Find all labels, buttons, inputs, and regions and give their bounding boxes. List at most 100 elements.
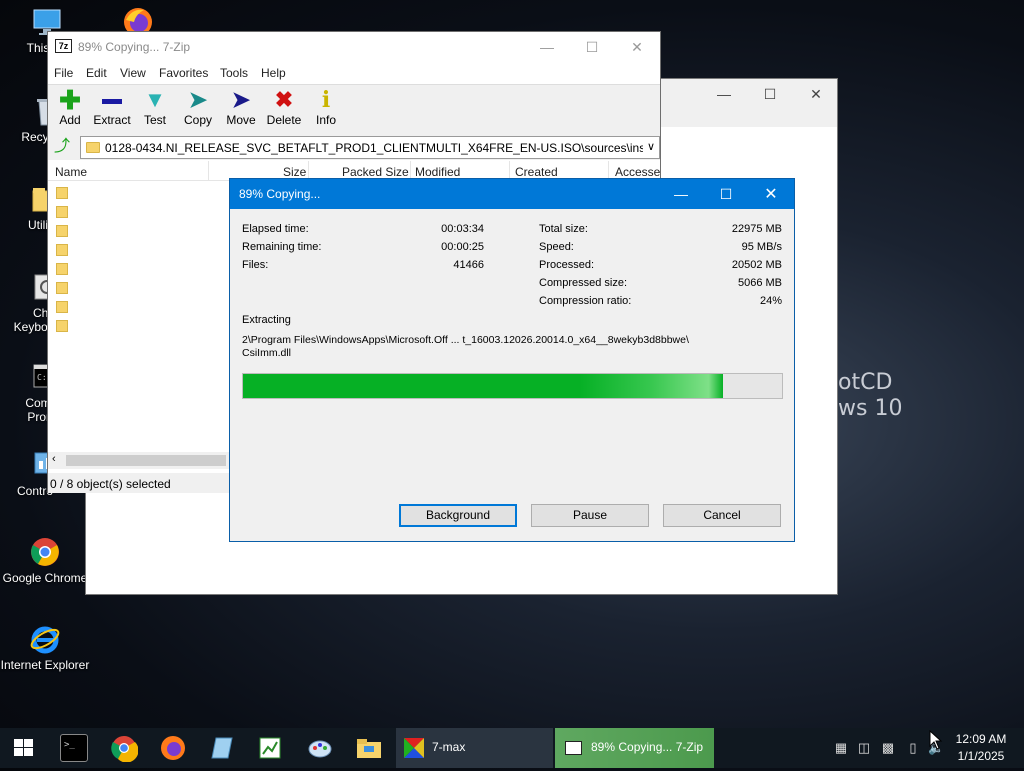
tray-disk-icon[interactable]: ▦ (833, 740, 849, 756)
menu-favorites[interactable]: Favorites (159, 66, 208, 80)
taskbar-chrome-icon[interactable] (110, 734, 139, 763)
delete-label: Delete (266, 113, 302, 127)
copy-label: Copy (183, 113, 212, 127)
taskbar-paint-icon[interactable] (306, 734, 334, 762)
column-accessed[interactable]: Accesse (615, 165, 660, 179)
move-button[interactable]: ➤ Move (219, 87, 263, 127)
processed-value: 20502 MB (731, 259, 782, 271)
folder-row-icon[interactable] (56, 282, 68, 294)
7zip-logo-icon: 7z (55, 39, 72, 53)
menu-edit[interactable]: Edit (86, 66, 107, 80)
menu-tools[interactable]: Tools (220, 66, 248, 80)
desktop-icon-label: Google Chrome (2, 571, 88, 585)
maximize-button[interactable]: ☐ (703, 179, 749, 209)
extract-icon (90, 87, 134, 113)
title-bar[interactable]: 7z 89% Copying... 7-Zip — ☐ ✕ (48, 32, 660, 62)
copy-button[interactable]: ➤ Copy (176, 87, 220, 127)
maximize-button[interactable]: ☐ (569, 32, 615, 62)
column-name[interactable]: Name (55, 165, 87, 179)
address-path: 0128-0434.NI_RELEASE_SVC_BETAFLT_PROD1_C… (105, 141, 660, 155)
menu-file[interactable]: File (54, 66, 73, 80)
taskbar-chart-app-icon[interactable] (256, 734, 284, 762)
total-size-value: 22975 MB (731, 223, 782, 235)
address-row: ⤴ 0128-0434.NI_RELEASE_SVC_BETAFLT_PROD1… (48, 134, 660, 160)
taskbar-command-prompt-icon[interactable]: >_ (60, 734, 88, 762)
compression-ratio-label: Compression ratio: (539, 295, 632, 307)
processed-label: Processed: (539, 259, 595, 271)
info-label: Info (315, 113, 336, 127)
test-button[interactable]: ▼ Test (133, 87, 177, 127)
scrollbar-thumb[interactable] (66, 455, 226, 466)
taskbar-clock[interactable]: 12:09 AM 1/1/2025 (946, 731, 1016, 765)
taskbar-file-explorer-icon[interactable] (355, 734, 383, 762)
remaining-time-value: 00:00:25 (441, 241, 484, 253)
move-label: Move (226, 113, 256, 127)
folder-row-icon[interactable] (56, 187, 68, 199)
speed-value: 95 MB/s (741, 241, 782, 253)
desktop-icon-google-chrome[interactable]: Google Chrome (0, 536, 90, 585)
pause-button[interactable]: Pause (531, 504, 649, 527)
close-button[interactable]: ✕ (793, 79, 839, 109)
task-label: 89% Copying... 7-Zip (591, 740, 704, 754)
dialog-title-bar[interactable]: 89% Copying... — ☐ ✕ (230, 179, 794, 209)
cancel-button[interactable]: Cancel (663, 504, 781, 527)
total-size-label: Total size: (539, 223, 588, 235)
elapsed-time-label: Elapsed time: (242, 223, 309, 235)
close-button[interactable]: ✕ (748, 179, 794, 209)
column-packed-size[interactable]: Packed Size (342, 165, 409, 179)
folder-row-icon[interactable] (56, 320, 68, 332)
column-created[interactable]: Created (515, 165, 558, 179)
progress-bar-fill (243, 374, 723, 398)
background-button[interactable]: Background (399, 504, 517, 527)
current-file-name: CsiImm.dll (242, 347, 291, 359)
tray-display-icon[interactable]: ▩ (880, 740, 896, 756)
minimize-button[interactable]: — (524, 32, 570, 62)
taskbar-notepad-icon[interactable] (208, 734, 236, 762)
taskbar-task-7zip[interactable]: 7z 89% Copying... 7-Zip (555, 728, 714, 768)
taskbar-firefox-icon[interactable] (159, 734, 187, 762)
minimize-button[interactable]: — (701, 79, 747, 109)
add-icon: ✚ (59, 85, 81, 115)
taskbar-task-7max[interactable]: 7-max (396, 728, 553, 768)
test-label: Test (143, 113, 166, 127)
selection-status: 0 / 8 object(s) selected (50, 477, 171, 491)
column-size[interactable]: Size (283, 165, 306, 179)
taskbar: >_ 7-max 7z 89% Copying... 7-Zip ▦ ◫ ▩ ▯… (0, 728, 1024, 768)
toolbar: ✚ Add Extract ▼ Test ➤ Copy ➤ Move ✖ Del… (48, 84, 660, 134)
scroll-left-icon[interactable]: ‹ (52, 453, 56, 465)
chrome-icon (29, 536, 61, 568)
close-button[interactable]: ✕ (614, 32, 660, 62)
maximize-button[interactable]: ☐ (747, 79, 793, 109)
current-file-path: 2\Program Files\WindowsApps\Microsoft.Of… (242, 334, 689, 346)
delete-button[interactable]: ✖ Delete (262, 87, 306, 127)
address-bar[interactable]: 0128-0434.NI_RELEASE_SVC_BETAFLT_PROD1_C… (80, 136, 660, 159)
tray-usb-icon[interactable]: ▯ (905, 740, 921, 756)
test-icon: ▼ (144, 87, 166, 112)
task-label: 7-max (432, 740, 466, 754)
column-separator (208, 161, 209, 181)
horizontal-scrollbar[interactable]: ‹ (48, 452, 233, 469)
desktop-icon-internet-explorer[interactable]: Internet Explorer (0, 623, 90, 672)
extract-button[interactable]: Extract (90, 87, 134, 127)
add-label: Add (59, 113, 81, 127)
compressed-size-label: Compressed size: (539, 277, 628, 289)
7zip-logo-icon: 7z (565, 741, 582, 755)
folder-row-icon[interactable] (56, 244, 68, 256)
chevron-down-icon[interactable]: ∨ (643, 137, 659, 158)
minimize-button[interactable]: — (658, 179, 704, 209)
folder-row-icon[interactable] (56, 225, 68, 237)
column-modified[interactable]: Modified (415, 165, 460, 179)
info-button[interactable]: i Info (304, 87, 348, 127)
folder-row-icon[interactable] (56, 301, 68, 313)
menu-view[interactable]: View (120, 66, 146, 80)
folder-up-icon[interactable]: ⤴ (53, 138, 71, 156)
add-button[interactable]: ✚ Add (48, 87, 92, 127)
extract-label: Extract (93, 113, 131, 127)
folder-row-icon[interactable] (56, 263, 68, 275)
tray-network-icon[interactable]: ◫ (856, 740, 872, 756)
start-button[interactable] (0, 728, 48, 768)
clock-date: 1/1/2025 (957, 749, 1005, 763)
folder-row-icon[interactable] (56, 206, 68, 218)
menu-help[interactable]: Help (261, 66, 286, 80)
copy-progress-dialog[interactable]: 89% Copying... — ☐ ✕ Elapsed time: 00:03… (229, 178, 795, 542)
